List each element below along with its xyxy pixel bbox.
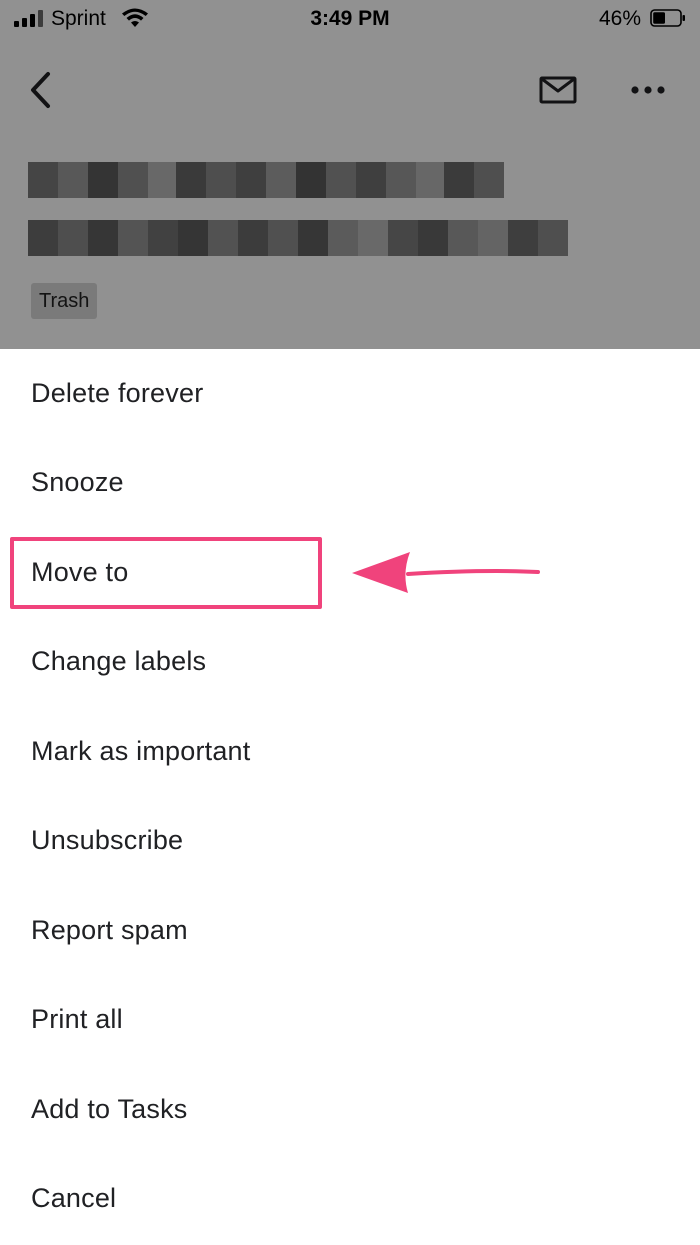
menu-item-mark-as-important[interactable]: Mark as important: [0, 707, 700, 796]
dim-overlay[interactable]: [0, 0, 700, 349]
menu-item-delete-forever[interactable]: Delete forever: [0, 349, 700, 438]
annotation-arrow-icon: [352, 552, 540, 593]
menu-item-report-spam[interactable]: Report spam: [0, 886, 700, 975]
menu-item-snooze[interactable]: Snooze: [0, 438, 700, 527]
menu-item-label: Add to Tasks: [31, 1094, 188, 1124]
menu-item-print-all[interactable]: Print all: [0, 975, 700, 1064]
menu-item-cancel[interactable]: Cancel: [0, 1154, 700, 1243]
menu-item-label: Report spam: [31, 915, 188, 945]
menu-item-unsubscribe[interactable]: Unsubscribe: [0, 796, 700, 885]
menu-item-label: Change labels: [31, 646, 207, 676]
annotation-highlight-box: [10, 537, 322, 609]
menu-item-add-to-tasks[interactable]: Add to Tasks: [0, 1065, 700, 1154]
menu-item-label: Snooze: [31, 467, 124, 497]
menu-item-label: Unsubscribe: [31, 825, 184, 855]
menu-item-label: Cancel: [31, 1183, 117, 1213]
menu-item-label: Delete forever: [31, 378, 204, 408]
screen: Sprint 3:49 PM 46% Trash Delete forever …: [0, 0, 700, 1245]
menu-item-label: Mark as important: [31, 736, 251, 766]
menu-item-label: Print all: [31, 1004, 123, 1034]
menu-item-change-labels[interactable]: Change labels: [0, 617, 700, 706]
action-menu-sheet: Delete forever Snooze Move to Change lab…: [0, 349, 700, 1245]
